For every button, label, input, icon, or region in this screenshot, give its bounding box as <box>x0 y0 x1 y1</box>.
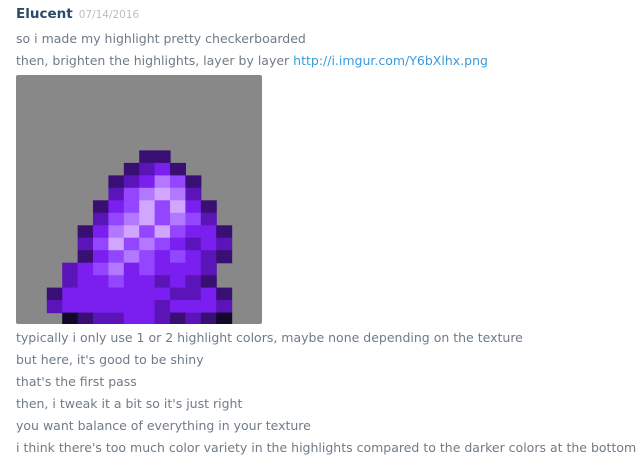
message-header: Elucent 07/14/2016 <box>16 6 634 28</box>
purple-gem-icon <box>46 150 233 324</box>
message-line: so i made my highlight pretty checkerboa… <box>16 31 306 46</box>
author-username[interactable]: Elucent <box>16 6 73 22</box>
message-line: but here, it's good to be shiny <box>16 352 204 367</box>
message-line-with-link: then, brighten the highlights, layer by … <box>16 50 634 72</box>
message-line: you want balance of everything in your t… <box>16 418 311 433</box>
message-line-text: then, brighten the highlights, layer by … <box>16 53 294 68</box>
message-line: that's the first pass <box>16 374 137 389</box>
message-line: i think there's too much color variety i… <box>16 440 637 455</box>
message-group: Elucent 07/14/2016 so i made my highligh… <box>16 6 637 459</box>
image-attachment[interactable] <box>16 75 262 324</box>
message-line: then, i tweak it a bit so it's just righ… <box>16 396 243 411</box>
message-link[interactable]: http://i.imgur.com/Y6bXlhx.png <box>293 53 488 68</box>
message-timestamp: 07/14/2016 <box>78 9 140 21</box>
message-line: typically i only use 1 or 2 highlight co… <box>16 330 523 345</box>
